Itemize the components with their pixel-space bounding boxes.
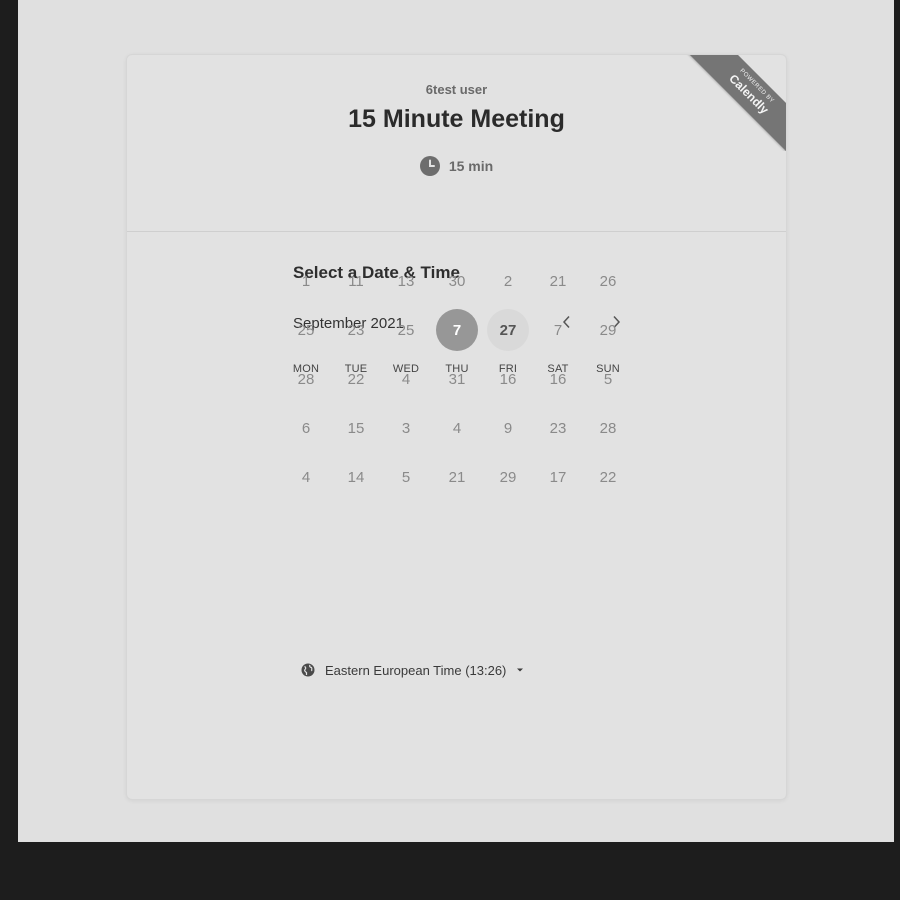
calendar-day: 29 — [499, 468, 517, 486]
calendar-day: 4 — [401, 370, 411, 388]
duration-label: 15 min — [448, 158, 494, 174]
calendar-day: 2 — [503, 272, 513, 290]
calendar-day: 4 — [452, 419, 462, 437]
powered-by-ribbon[interactable]: POWERED BY Calendly — [686, 55, 786, 151]
timezone-label: Eastern European Time (13:26) — [325, 662, 507, 678]
calendar-day: 11 — [348, 272, 364, 290]
calendar-day: 16 — [549, 370, 567, 388]
calendar-day-available[interactable]: 27 — [487, 309, 529, 351]
timezone-selector[interactable]: Eastern European Time (13:26) — [301, 660, 524, 680]
calendar-day: 6 — [301, 419, 311, 437]
caret-down-icon — [516, 667, 524, 673]
booking-card: 6test user 15 Minute Meeting 15 min POWE… — [126, 54, 787, 800]
calendar-day: 25 — [397, 321, 415, 339]
calendar-day: 13 — [397, 272, 415, 290]
calendar-day: 16 — [499, 370, 517, 388]
calendar-day: 25 — [297, 321, 315, 339]
calendar-day: 3 — [401, 419, 411, 437]
calendar-day: 4 — [301, 468, 311, 486]
calendar-day: 23 — [347, 321, 365, 339]
calendar-day: 21 — [549, 272, 567, 290]
calendar-day: 30 — [448, 272, 466, 290]
calendar-day-selected[interactable]: 7 — [436, 309, 478, 351]
page-viewport: 6test user 15 Minute Meeting 15 min POWE… — [18, 0, 894, 842]
calendar-day: 26 — [599, 272, 617, 290]
calendar-day: 9 — [503, 419, 513, 437]
calendar-day: 14 — [347, 468, 365, 486]
event-duration: 15 min — [127, 156, 786, 176]
calendar-day: 29 — [599, 321, 617, 339]
clock-icon — [419, 156, 440, 176]
calendar-day: 22 — [599, 468, 617, 486]
calendar-day: 1 — [301, 272, 311, 290]
calendar-day: 22 — [347, 370, 365, 388]
calendar-day: 5 — [603, 370, 613, 388]
calendar-day: 21 — [448, 468, 466, 486]
calendar-day: 15 — [347, 419, 365, 437]
calendar-day: 17 — [549, 468, 567, 486]
calendar-day: 31 — [448, 370, 466, 388]
calendar-day: 7 — [553, 321, 563, 339]
calendar-day: 5 — [401, 468, 411, 486]
calendar-day: 28 — [297, 370, 315, 388]
globe-icon — [301, 663, 315, 677]
powered-by-badge[interactable]: POWERED BY Calendly — [686, 55, 786, 151]
calendar-day: 23 — [549, 419, 567, 437]
calendar-day: 28 — [599, 419, 617, 437]
